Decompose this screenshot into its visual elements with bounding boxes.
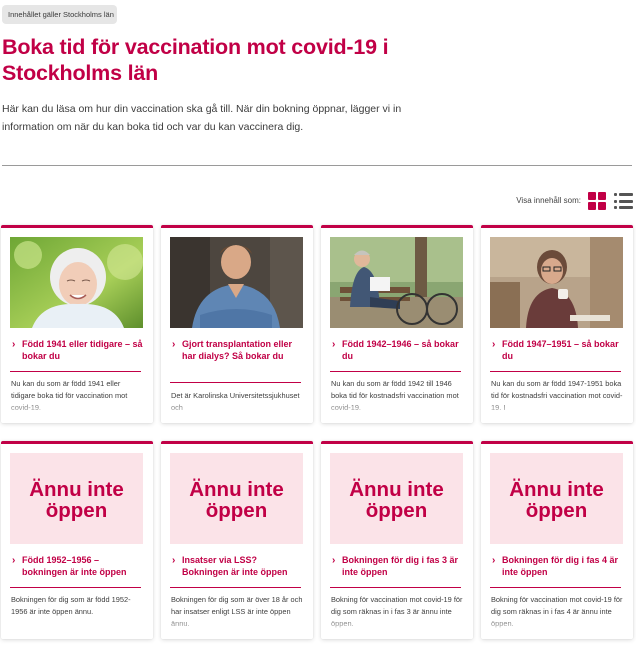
card-born-1941-or-earlier[interactable]: › Född 1941 eller tidigare – så bokar du … <box>1 225 153 423</box>
chevron-right-icon: › <box>332 555 336 566</box>
card-phase-4[interactable]: Ännu inte öppen › Bokningen för dig i fas … <box>481 441 633 639</box>
list-view-icon[interactable] <box>614 192 633 210</box>
card-link[interactable]: › Född 1942–1946 – så bokar du <box>332 339 464 362</box>
not-open-banner: Ännu inte öppen <box>330 453 463 544</box>
chevron-right-icon: › <box>332 339 336 350</box>
card-divider <box>170 587 301 588</box>
intro-text: Här kan du läsa om hur din vaccination s… <box>2 103 402 133</box>
not-open-banner: Ännu inte öppen <box>10 453 143 544</box>
page-title: Boka tid för vaccination mot covid-19 i … <box>2 35 389 85</box>
card-divider <box>490 587 621 588</box>
not-open-banner: Ännu inte öppen <box>490 453 623 544</box>
chevron-right-icon: › <box>12 555 16 566</box>
card-lss-support[interactable]: Ännu inte öppen › Insatser via LSS? Boknin… <box>161 441 313 639</box>
card-link[interactable]: › Född 1952–1956 – bokningen är inte öppe… <box>12 555 144 578</box>
view-toggle-label: Visa innehåll som: <box>516 196 581 205</box>
chevron-right-icon: › <box>492 339 496 350</box>
elderly-woman-photo <box>10 237 143 328</box>
chevron-right-icon: › <box>12 339 16 350</box>
card-link[interactable]: › Född 1941 eller tidigare – så bokar du <box>12 339 144 362</box>
card-link[interactable]: › Född 1947–1951 – så bokar du <box>492 339 624 362</box>
card-link[interactable]: › Insatser via LSS? Bokningen är inte öpp… <box>172 555 304 578</box>
card-born-1947-1951[interactable]: › Född 1947–1951 – så bokar du Nu kan du … <box>481 225 633 423</box>
card-divider <box>10 371 141 372</box>
card-transplant-dialysis[interactable]: › Gjort transplantation eller har dialys?… <box>161 225 313 423</box>
card-phase-3[interactable]: Ännu inte öppen › Bokningen för dig i fas … <box>321 441 473 639</box>
grid-view-icon[interactable] <box>588 192 606 210</box>
card-divider <box>170 382 301 383</box>
card-link[interactable]: › Bokningen för dig i fas 4 är inte öppen <box>492 555 624 578</box>
card-divider <box>330 371 461 372</box>
card-born-1942-1946[interactable]: › Född 1942–1946 – så bokar du Nu kan du … <box>321 225 473 423</box>
elderly-man-on-bench-photo <box>330 237 463 328</box>
chevron-right-icon: › <box>172 339 176 350</box>
region-tag: Innehållet gäller Stockholms län <box>2 5 117 24</box>
card-divider <box>490 371 621 372</box>
card-link[interactable]: › Gjort transplantation eller har dialys?… <box>172 339 304 362</box>
card-born-1952-1956[interactable]: Ännu inte öppen › Född 1952–1956 – bokning… <box>1 441 153 639</box>
chevron-right-icon: › <box>492 555 496 566</box>
card-divider <box>330 587 461 588</box>
chevron-right-icon: › <box>172 555 176 566</box>
card-divider <box>10 587 141 588</box>
card-link[interactable]: › Bokningen för dig i fas 3 är inte öppen <box>332 555 464 578</box>
man-in-denim-shirt-photo <box>170 237 303 328</box>
divider <box>2 165 632 166</box>
woman-with-coffee-photo <box>490 237 623 328</box>
not-open-banner: Ännu inte öppen <box>170 453 303 544</box>
